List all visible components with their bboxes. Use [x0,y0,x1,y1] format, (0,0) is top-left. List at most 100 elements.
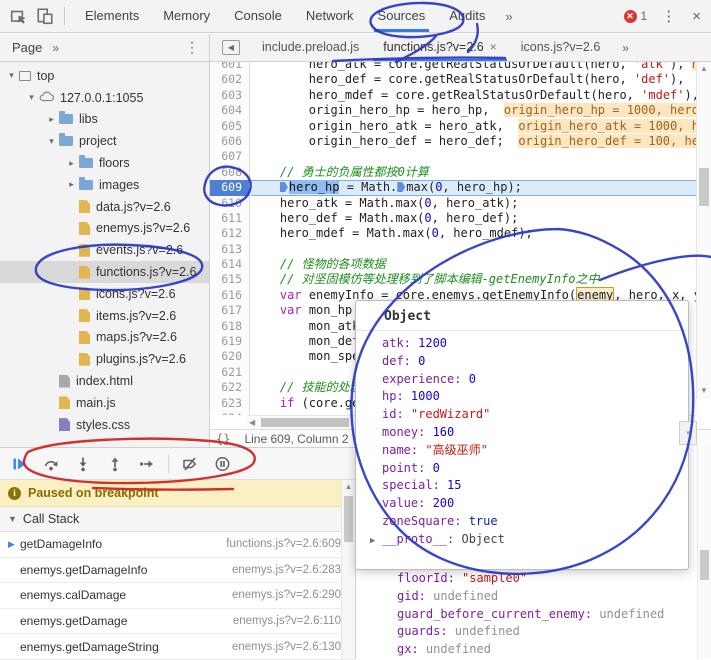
gutter-line-610[interactable]: 610 [210,196,249,211]
debugger-scrollbar[interactable]: ▲ [341,480,355,659]
gutter-line-602[interactable]: 602 [210,72,249,87]
scroll-left-icon[interactable]: ◀ [249,418,255,427]
tree-item-127-0-0-1-1055[interactable]: ▾127.0.0.1:1055 [0,87,209,109]
device-toolbar-icon[interactable] [34,5,56,27]
properties-scrollbar[interactable] [697,445,711,659]
scroll-up-icon[interactable]: ▲ [697,64,711,73]
gutter-line-608[interactable]: 608 [210,165,249,180]
collapsed-arrow-icon[interactable]: ▸ [66,179,77,190]
horizontal-scroll-thumb[interactable] [261,418,349,427]
collapsed-arrow-icon[interactable]: ▸ [46,114,57,125]
gutter-line-614[interactable]: 614 [210,257,249,272]
call-stack-frame[interactable]: enemys.calDamageenemys.js?v=2.6:290 [0,583,355,609]
property-key: experience: [382,372,469,386]
gutter-line-618[interactable]: 618 [210,319,249,334]
gutter-line-607[interactable]: 607 [210,149,249,164]
expanded-arrow-icon[interactable]: ▾ [6,70,17,81]
vertical-scroll-thumb[interactable] [699,168,709,206]
gutter-line-616[interactable]: 616 [210,288,249,303]
file-tab[interactable]: functions.js?v=2.6× [371,34,508,61]
code-segment: = Math. [339,180,397,194]
panel-tab-elements[interactable]: Elements [73,0,151,32]
gutter-line-609[interactable]: 609 [210,180,249,195]
inspect-element-icon[interactable] [8,5,30,27]
tree-item-floors[interactable]: ▸floors [0,152,209,174]
gutter-line-605[interactable]: 605 [210,119,249,134]
more-file-tabs-chevron[interactable]: » [612,41,639,55]
tree-item-libs[interactable]: ▸libs [0,109,209,131]
tree-item-data-js-v-2-6[interactable]: data.js?v=2.6 [0,196,209,218]
close-devtools-icon[interactable]: × [692,8,701,25]
scroll-thumb[interactable] [344,496,353,542]
tree-item-functions-js-v-2-6[interactable]: functions.js?v=2.6 [0,261,209,283]
tree-item-events-js-v-2-6[interactable]: events.js?v=2.6 [0,239,209,261]
tree-item-enemys-js-v-2-6[interactable]: enemys.js?v=2.6 [0,218,209,240]
step-into-button[interactable] [70,452,96,476]
expand-arrow-icon[interactable]: ▶ [370,533,382,551]
tree-item-project[interactable]: ▾project [0,130,209,152]
gutter-line-604[interactable]: 604 [210,103,249,118]
scroll-up-icon[interactable]: ▲ [342,482,355,491]
panel-tab-audits[interactable]: Audits [437,0,497,32]
gutter-line-601[interactable]: 601 [210,62,249,72]
gutter-line-620[interactable]: 620 [210,349,249,364]
scroll-thumb[interactable] [700,550,709,580]
navigator-menu-icon[interactable]: ⋮ [185,39,199,56]
error-badge[interactable]: ✕ 1 [624,9,648,23]
gutter-line-615[interactable]: 615 [210,272,249,287]
expanded-arrow-icon[interactable]: ▾ [26,92,37,103]
property-value: "高级巫师" [425,443,487,457]
gutter-line-603[interactable]: 603 [210,88,249,103]
pause-on-exceptions-button[interactable] [209,452,235,476]
tree-item-label: enemys.js?v=2.6 [96,221,190,235]
tree-item-icons-js-v-2-6[interactable]: icons.js?v=2.6 [0,283,209,305]
call-stack-frame[interactable]: enemys.getDamageStringenemys.js?v=2.6:13… [0,634,355,660]
panel-tab-sources[interactable]: Sources [366,0,438,32]
tree-item-main-js[interactable]: main.js [0,392,209,414]
step-out-button[interactable] [102,452,128,476]
gutter-line-612[interactable]: 612 [210,226,249,241]
pretty-print-icon[interactable]: {} [216,432,230,446]
deactivate-breakpoints-button[interactable] [177,452,203,476]
gutter-line-624[interactable]: 624 [210,411,249,415]
tree-item-items-js-v-2-6[interactable]: items.js?v=2.6 [0,305,209,327]
collapsed-arrow-icon[interactable]: ▸ [66,158,77,169]
gutter-line-623[interactable]: 623 [210,396,249,411]
tree-item-styles-css[interactable]: styles.css [0,414,209,436]
expanded-arrow-icon[interactable]: ▾ [46,136,57,147]
navigator-tab-page[interactable]: Page [0,40,52,55]
panel-tab-console[interactable]: Console [222,0,294,32]
call-stack-frame[interactable]: enemys.getDamageenemys.js?v=2.6:110 [0,609,355,635]
tree-item-plugins-js-v-2-6[interactable]: plugins.js?v=2.6 [0,348,209,370]
file-tab[interactable]: icons.js?v=2.6 [509,34,613,61]
scroll-down-icon[interactable]: ▼ [697,386,711,395]
gutter-line-606[interactable]: 606 [210,134,249,149]
tree-item-maps-js-v-2-6[interactable]: maps.js?v=2.6 [0,327,209,349]
call-stack-frame[interactable]: enemys.getDamageInfoenemys.js?v=2.6:283 [0,558,355,584]
step-over-button[interactable] [38,452,64,476]
gutter-line-619[interactable]: 619 [210,334,249,349]
gutter-line-611[interactable]: 611 [210,211,249,226]
more-panels-chevron[interactable]: » [497,9,520,24]
navigator-more-chevron[interactable]: » [52,41,59,55]
gutter-line-621[interactable]: 621 [210,365,249,380]
call-stack-header[interactable]: ▼ Call Stack [0,507,355,532]
gutter-line-622[interactable]: 622 [210,380,249,395]
devtools-menu-icon[interactable]: ⋮ [661,9,676,24]
hide-navigator-icon[interactable]: ◀ [222,40,240,55]
tree-item-index-html[interactable]: index.html [0,370,209,392]
tree-item-top[interactable]: ▾top [0,65,209,87]
close-tab-icon[interactable]: × [490,40,497,54]
editor-vertical-scrollbar[interactable]: ▲ ▼ [696,62,711,399]
gutter-line-613[interactable]: 613 [210,242,249,257]
file-tab[interactable]: include.preload.js [250,34,371,61]
gutter-line-617[interactable]: 617 [210,303,249,318]
resume-button[interactable] [6,452,32,476]
tree-item-images[interactable]: ▸images [0,174,209,196]
panel-tab-network[interactable]: Network [294,0,366,32]
call-stack-frame[interactable]: ▶getDamageInfofunctions.js?v=2.6:609 [0,532,355,558]
frame-icon [19,71,31,81]
panel-tab-memory[interactable]: Memory [151,0,222,32]
step-button[interactable] [134,452,160,476]
popup-property[interactable]: ▶__proto__: Object [370,531,674,551]
